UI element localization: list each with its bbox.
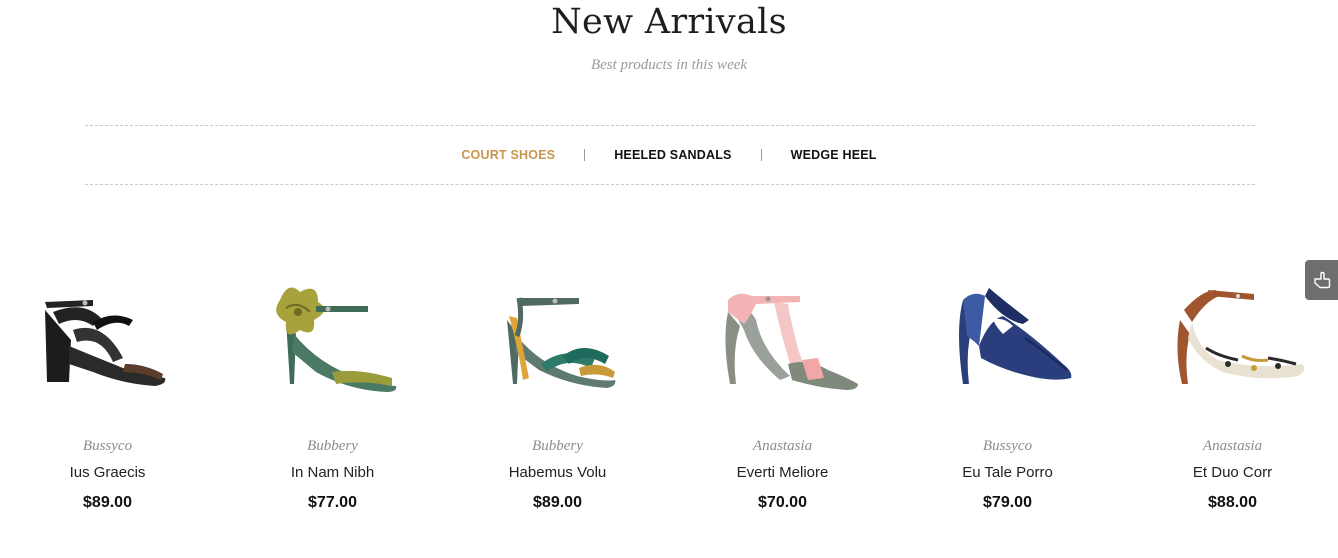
patterned-slingback-pump-icon: [1176, 290, 1304, 384]
product-brand: Bussyco: [82, 438, 133, 454]
tab-heeled-sandals[interactable]: HEELED SANDALS: [614, 148, 731, 162]
tab-court-shoes[interactable]: COURT SHOES: [461, 148, 555, 162]
tab-separator: [584, 149, 586, 161]
product-price: $77.00: [308, 494, 357, 511]
product-image[interactable]: [0, 260, 220, 430]
pointer-hand-icon: [1313, 271, 1330, 289]
navy-pointed-pump-icon: [958, 288, 1071, 384]
tabs-divider-top: [85, 125, 1255, 126]
tabs-divider-bottom: [85, 184, 1255, 185]
product-card[interactable]: Anastasia Everti Meliore $70.00: [670, 230, 895, 530]
black-strappy-sandal-icon: [44, 300, 165, 386]
product-card[interactable]: Bubbery Habemus Volu $89.00: [445, 230, 670, 530]
product-name[interactable]: Et Duo Corr: [1120, 464, 1338, 481]
product-price: $70.00: [758, 494, 807, 511]
green-flower-sandal-icon: [275, 287, 396, 392]
product-image[interactable]: [670, 260, 895, 430]
product-name[interactable]: Habemus Volu: [445, 464, 670, 481]
section-subtitle: Best products in this week: [590, 57, 748, 73]
product-image[interactable]: [895, 260, 1120, 430]
side-widget-button[interactable]: [1305, 260, 1338, 300]
product-image[interactable]: [445, 260, 670, 430]
product-card[interactable]: Bubbery In Nam Nibh $77.00: [220, 230, 445, 530]
product-grid: Bussyco Ius Graecis $89.00 Bubbery In Na…: [0, 230, 1338, 530]
section-title: New Arrivals: [551, 2, 787, 42]
category-tabs: COURT SHOES HEELED SANDALS WEDGE HEEL: [0, 145, 1338, 165]
product-price: $89.00: [533, 494, 582, 511]
product-price: $89.00: [83, 494, 132, 511]
product-brand: Bussyco: [982, 438, 1033, 454]
product-name[interactable]: Everti Meliore: [670, 464, 895, 481]
product-brand: Anastasia: [752, 438, 813, 454]
product-name[interactable]: Ius Graecis: [0, 464, 220, 481]
product-brand: Bubbery: [532, 438, 583, 454]
pink-t-strap-sandal-icon: [724, 293, 858, 390]
product-image[interactable]: [220, 260, 445, 430]
tab-separator: [760, 149, 762, 161]
product-card[interactable]: Bussyco Eu Tale Porro $79.00: [895, 230, 1120, 530]
tab-wedge-heel[interactable]: WEDGE HEEL: [791, 148, 877, 162]
product-card[interactable]: Bussyco Ius Graecis $89.00: [0, 230, 220, 530]
product-brand: Bubbery: [307, 438, 358, 454]
product-brand: Anastasia: [1202, 438, 1263, 454]
product-price: $79.00: [983, 494, 1032, 511]
product-name[interactable]: Eu Tale Porro: [895, 464, 1120, 481]
product-price: $88.00: [1208, 494, 1257, 511]
teal-ankle-strap-sandal-icon: [506, 297, 615, 388]
product-name[interactable]: In Nam Nibh: [220, 464, 445, 481]
